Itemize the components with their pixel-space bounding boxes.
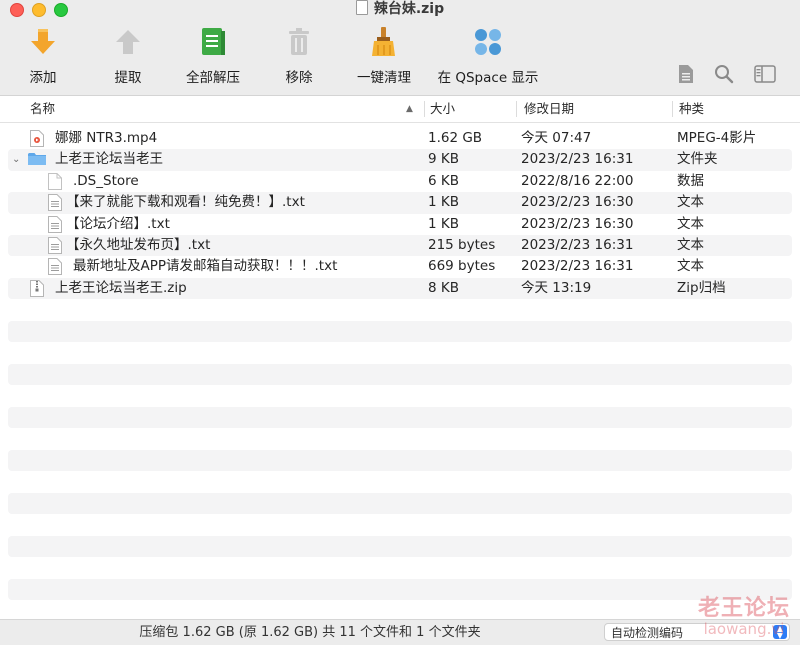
file-size: 1 KB <box>428 194 459 211</box>
extract-all-book-icon <box>202 28 225 55</box>
file-name: 【永久地址发布页】.txt <box>66 236 211 253</box>
file-name: 上老王论坛当老王.zip <box>55 279 187 296</box>
file-size: 669 bytes <box>428 258 496 275</box>
archive-summary: 压缩包 1.62 GB (原 1.62 GB) 共 11 个文件和 1 个文件夹 <box>139 625 481 640</box>
window-title: 辣台妹.zip <box>0 0 800 18</box>
empty-row <box>8 535 792 558</box>
file-date: 2022/8/16 22:00 <box>521 172 634 189</box>
file-name: 娜娜 NTR3.mp4 <box>55 130 158 146</box>
file-date: 2023/2/23 16:31 <box>521 236 634 253</box>
file-size: 8 KB <box>428 279 459 296</box>
encoding-select[interactable]: 自动检测编码 ▲ ▼ <box>604 623 790 641</box>
text-file-icon <box>48 215 62 233</box>
file-kind: MPEG-4影片 <box>677 130 757 146</box>
file-date: 2023/2/23 16:30 <box>521 194 634 211</box>
clean-button[interactable]: 一键清理 <box>353 26 415 86</box>
file-row[interactable]: .DS_Store 6 KB 2022/8/16 22:00 数据 <box>8 171 792 192</box>
column-kind[interactable]: 种类 <box>679 96 704 122</box>
file-date: 2023/2/23 16:31 <box>521 258 634 275</box>
file-row[interactable]: 【永久地址发布页】.txt 215 bytes 2023/2/23 16:31 … <box>8 234 792 257</box>
file-size: 6 KB <box>428 172 459 189</box>
title-toolbar: 辣台妹.zip 添加 提取 全部解压 移除 一键清理 在 QSpace 显示 <box>0 0 800 96</box>
add-label: 添加 <box>29 70 57 86</box>
extract-label: 提取 <box>114 70 142 86</box>
text-file-icon <box>48 194 62 212</box>
archive-doc-icon <box>355 0 368 15</box>
qspace-icon <box>475 29 501 55</box>
remove-label: 移除 <box>285 70 313 86</box>
blank-file-icon <box>48 172 62 190</box>
clean-label: 一键清理 <box>357 70 411 86</box>
file-name: 【论坛介绍】.txt <box>66 215 170 232</box>
status-bar: 压缩包 1.62 GB (原 1.62 GB) 共 11 个文件和 1 个文件夹… <box>0 619 800 645</box>
empty-row <box>8 492 792 515</box>
file-kind: 文本 <box>677 236 704 253</box>
file-date: 今天 07:47 <box>521 130 592 146</box>
empty-row <box>8 578 792 601</box>
column-header: 名称 ▲ 大小 修改日期 种类 <box>0 96 800 123</box>
file-kind: 文本 <box>677 258 704 275</box>
extract-all-button[interactable]: 全部解压 <box>182 26 244 86</box>
file-kind: 数据 <box>677 172 704 189</box>
file-date: 2023/2/23 16:31 <box>521 151 634 168</box>
encoding-value: 自动检测编码 <box>611 626 684 640</box>
folder-row[interactable]: ⌄ 上老王论坛当老王 9 KB 2023/2/23 16:31 文件夹 <box>8 149 792 171</box>
file-row[interactable]: 上老王论坛当老王.zip 8 KB 今天 13:19 Zip归档 <box>8 277 792 300</box>
file-size: 1.62 GB <box>428 130 483 146</box>
file-row[interactable]: 最新地址及APP请发邮箱自动获取！！！.txt 669 bytes 2023/2… <box>8 256 792 277</box>
column-divider[interactable] <box>672 101 673 117</box>
text-file-icon <box>48 258 62 276</box>
file-kind: 文件夹 <box>677 151 718 168</box>
file-name: .DS_Store <box>73 172 139 189</box>
empty-row <box>8 449 792 472</box>
add-arrow-icon <box>31 29 55 54</box>
file-size: 9 KB <box>428 151 459 168</box>
column-size[interactable]: 大小 <box>430 96 455 122</box>
file-name: 最新地址及APP请发邮箱自动获取！！！.txt <box>73 258 338 275</box>
sort-ascending-icon: ▲ <box>406 104 413 114</box>
add-button[interactable]: 添加 <box>26 26 60 86</box>
view-tools <box>678 64 776 84</box>
column-name[interactable]: 名称 <box>30 96 55 122</box>
extract-button[interactable]: 提取 <box>111 26 145 86</box>
qspace-label: 在 QSpace 显示 <box>437 70 539 86</box>
file-date: 今天 13:19 <box>521 279 592 296</box>
sidebar-toggle-icon[interactable] <box>754 65 776 83</box>
file-list: 娜娜 NTR3.mp4 1.62 GB 今天 07:47 MPEG-4影片 ⌄ … <box>8 128 792 300</box>
file-name: 上老王论坛当老王 <box>55 151 163 168</box>
select-stepper-icon: ▲ ▼ <box>773 625 787 640</box>
zip-file-icon <box>30 279 44 297</box>
file-size: 1 KB <box>428 215 459 232</box>
remove-button[interactable]: 移除 <box>282 26 316 86</box>
file-kind: 文本 <box>677 215 704 232</box>
broom-icon <box>372 27 395 56</box>
file-kind: 文本 <box>677 194 704 211</box>
file-name: 【来了就能下载和观看！纯免费！】.txt <box>66 194 305 211</box>
text-file-icon <box>48 236 62 254</box>
file-size: 215 bytes <box>428 236 496 253</box>
empty-row <box>8 406 792 429</box>
file-row[interactable]: 娜娜 NTR3.mp4 1.62 GB 今天 07:47 MPEG-4影片 <box>8 128 792 149</box>
file-kind: Zip归档 <box>677 279 726 296</box>
preview-doc-icon[interactable] <box>678 64 694 84</box>
empty-row <box>8 321 792 343</box>
video-file-icon <box>30 130 44 147</box>
file-row[interactable]: 【来了就能下载和观看！纯免费！】.txt 1 KB 2023/2/23 16:3… <box>8 192 792 214</box>
search-icon[interactable] <box>714 64 734 84</box>
column-date[interactable]: 修改日期 <box>524 96 574 122</box>
column-divider[interactable] <box>516 101 517 117</box>
extract-arrow-icon <box>116 30 140 54</box>
extract-all-label: 全部解压 <box>186 70 240 86</box>
qspace-button[interactable]: 在 QSpace 显示 <box>436 26 540 86</box>
window-title-text: 辣台妹.zip <box>373 1 445 17</box>
empty-row <box>8 363 792 386</box>
disclosure-chevron-icon[interactable]: ⌄ <box>12 149 20 170</box>
column-divider[interactable] <box>424 101 425 117</box>
empty-list-area <box>8 321 792 622</box>
trash-icon <box>289 28 309 55</box>
file-date: 2023/2/23 16:30 <box>521 215 634 232</box>
file-row[interactable]: 【论坛介绍】.txt 1 KB 2023/2/23 16:30 文本 <box>8 214 792 235</box>
folder-icon <box>28 153 46 166</box>
